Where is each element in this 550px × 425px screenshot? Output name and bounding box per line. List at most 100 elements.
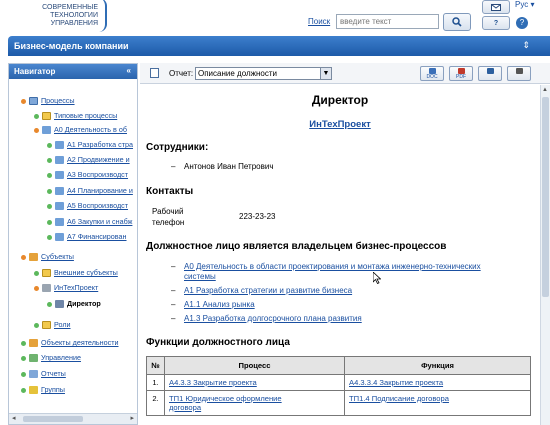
report-content: Директор ИнТехПроект Сотрудники: – Антон… [140, 85, 540, 425]
nav-item-label[interactable]: ИнТехПроект [54, 283, 98, 292]
process-icon [55, 141, 64, 150]
nav-item-processes[interactable]: Процессы [21, 95, 75, 107]
nav-item-label[interactable]: А2 Продвижение и [67, 155, 130, 164]
process-icon [55, 202, 64, 211]
process-icon [55, 233, 64, 242]
table-row: 1. А4.3.3 Закрытие проекта А4.3.3.4 Закр… [146, 374, 531, 391]
process-link-a1-1[interactable]: А1.1 Анализ рынка [184, 300, 255, 309]
report-selected: Описание должности [198, 69, 277, 78]
bullet-icon [34, 285, 39, 291]
bullet-icon [21, 355, 26, 361]
scrollbar-thumb[interactable] [542, 97, 549, 297]
nav-item-label[interactable]: А0 Деятельность в об [54, 125, 127, 134]
nav-item-label[interactable]: Объекты деятельности [41, 338, 119, 347]
nav-item-label[interactable]: Субъекты [41, 252, 74, 261]
scrollbar-thumb[interactable] [23, 416, 83, 422]
nav-item-a0[interactable]: А0 Деятельность в об [34, 124, 127, 136]
bullet-icon [47, 188, 52, 194]
language-selector[interactable]: Рус ▾ [515, 0, 535, 9]
objects-icon [29, 339, 38, 348]
nav-item-a7[interactable]: А7 Финансирован [47, 231, 127, 243]
nav-item-label[interactable]: Внешние субъекты [54, 268, 118, 277]
search-input[interactable] [336, 14, 439, 29]
nav-item-label[interactable]: Группы [41, 385, 65, 394]
process-icon [55, 171, 64, 180]
reports-icon [29, 370, 38, 379]
help-button[interactable]: ? [482, 16, 510, 30]
bullet-icon [21, 340, 26, 346]
process-link-a0[interactable]: А0 Деятельность в области проектирования… [184, 262, 481, 271]
company-logo: СОВРЕМЕННЫЕ ТЕХНОЛОГИИ УПРАВЛЕНИЯ [12, 0, 107, 33]
search-button[interactable] [443, 13, 471, 31]
collapse-navigator-icon[interactable]: « [127, 66, 131, 75]
bullet-icon [21, 98, 26, 104]
nav-item-intechproekt[interactable]: ИнТехПроект [34, 282, 98, 294]
nav-item-label[interactable]: А6 Закупки и снабж [67, 217, 132, 226]
nav-item-roles[interactable]: Роли [34, 319, 71, 331]
process-link-a0-cont[interactable]: системы [184, 272, 216, 281]
scroll-right-icon[interactable]: ▸ [130, 414, 134, 422]
nav-item-a3[interactable]: А3 Воспроизводст [47, 169, 128, 181]
nav-item-management[interactable]: Управление [21, 352, 81, 364]
nav-item-label[interactable]: А3 Воспроизводст [67, 170, 128, 179]
print-button[interactable] [507, 66, 531, 81]
process-link-a1-3[interactable]: А1.3 Разработка долгосрочного плана разв… [184, 314, 362, 323]
help-icon: ? [493, 19, 499, 27]
process-cell-link-cont[interactable]: договора [169, 403, 201, 412]
process-icon [55, 187, 64, 196]
scroll-left-icon[interactable]: ◂ [12, 414, 16, 422]
question-icon[interactable]: ? [516, 17, 528, 29]
nav-item-label[interactable]: А7 Финансирован [67, 232, 127, 241]
process-cell-link[interactable]: А4.3.3 Закрытие проекта [169, 378, 257, 387]
bullet-icon [34, 113, 39, 119]
nav-item-label[interactable]: Управление [41, 353, 81, 362]
management-icon [29, 354, 38, 363]
search-link[interactable]: Поиск [308, 17, 330, 26]
language-label: Рус [515, 0, 529, 9]
bullet-icon [47, 142, 52, 148]
nav-item-label[interactable]: Процессы [41, 96, 75, 105]
nav-item-label[interactable]: Директор [67, 299, 101, 308]
nav-item-director[interactable]: Директор [47, 298, 101, 310]
download-button[interactable] [478, 66, 502, 81]
bullet-icon [34, 127, 39, 133]
function-cell-link[interactable]: ТП1.4 Подписание договора [349, 394, 449, 403]
mail-button[interactable] [482, 0, 510, 14]
nav-item-a2[interactable]: А2 Продвижение и [47, 154, 130, 166]
nav-item-objects[interactable]: Объекты деятельности [21, 337, 119, 349]
nav-item-label[interactable]: Роли [54, 320, 71, 329]
nav-item-a1[interactable]: А1 Разработка стра [47, 139, 133, 151]
navigator-hscrollbar[interactable]: ◂ ▸ [9, 413, 137, 424]
nav-item-external-subjects[interactable]: Внешние субъекты [34, 267, 118, 279]
content-vscrollbar[interactable]: ▲ [540, 85, 550, 425]
nav-item-label[interactable]: А5 Воспроизводст [67, 201, 128, 210]
nav-item-typical-processes[interactable]: Типовые процессы [34, 110, 117, 122]
folder-icon [42, 269, 51, 278]
org-icon [42, 284, 51, 293]
nav-item-a5[interactable]: А5 Воспроизводст [47, 200, 128, 212]
nav-item-reports[interactable]: Отчеты [21, 368, 66, 380]
export-pdf-button[interactable]: PDF [449, 66, 473, 81]
nav-item-label[interactable]: А1 Разработка стра [67, 140, 133, 149]
process-cell-link[interactable]: ТП1 Юридическое оформление [169, 394, 282, 403]
bullet-icon [34, 270, 39, 276]
nav-item-a6[interactable]: А6 Закупки и снабж [47, 216, 132, 228]
nav-item-label[interactable]: Отчеты [41, 369, 66, 378]
process-link-a1[interactable]: А1 Разработка стратегии и развитие бизне… [184, 286, 352, 295]
navigator-panel: Навигатор « Процессы Типовые процессы А0… [8, 63, 138, 425]
nav-item-groups[interactable]: Группы [21, 384, 65, 396]
nav-item-subjects[interactable]: Субъекты [21, 251, 74, 263]
header-title: Бизнес-модель компании [14, 41, 129, 51]
bullet-icon [47, 203, 52, 209]
nav-item-label[interactable]: А4 Планирование и [67, 186, 133, 195]
function-cell-link[interactable]: А4.3.3.4 Закрытие проекта [349, 378, 443, 387]
org-link[interactable]: ИнТехПроект [140, 119, 540, 130]
scroll-up-icon[interactable]: ▲ [542, 87, 548, 93]
collapse-header-icon[interactable]: ⇕ [522, 40, 530, 51]
search-icon [452, 17, 462, 27]
nav-item-label[interactable]: Типовые процессы [54, 111, 117, 120]
report-select[interactable]: Описание должности ▼ [195, 67, 332, 80]
nav-item-a4[interactable]: А4 Планирование и [47, 185, 133, 197]
export-doc-button[interactable]: DOC [420, 66, 444, 81]
contacts-heading: Контакты [146, 186, 194, 197]
